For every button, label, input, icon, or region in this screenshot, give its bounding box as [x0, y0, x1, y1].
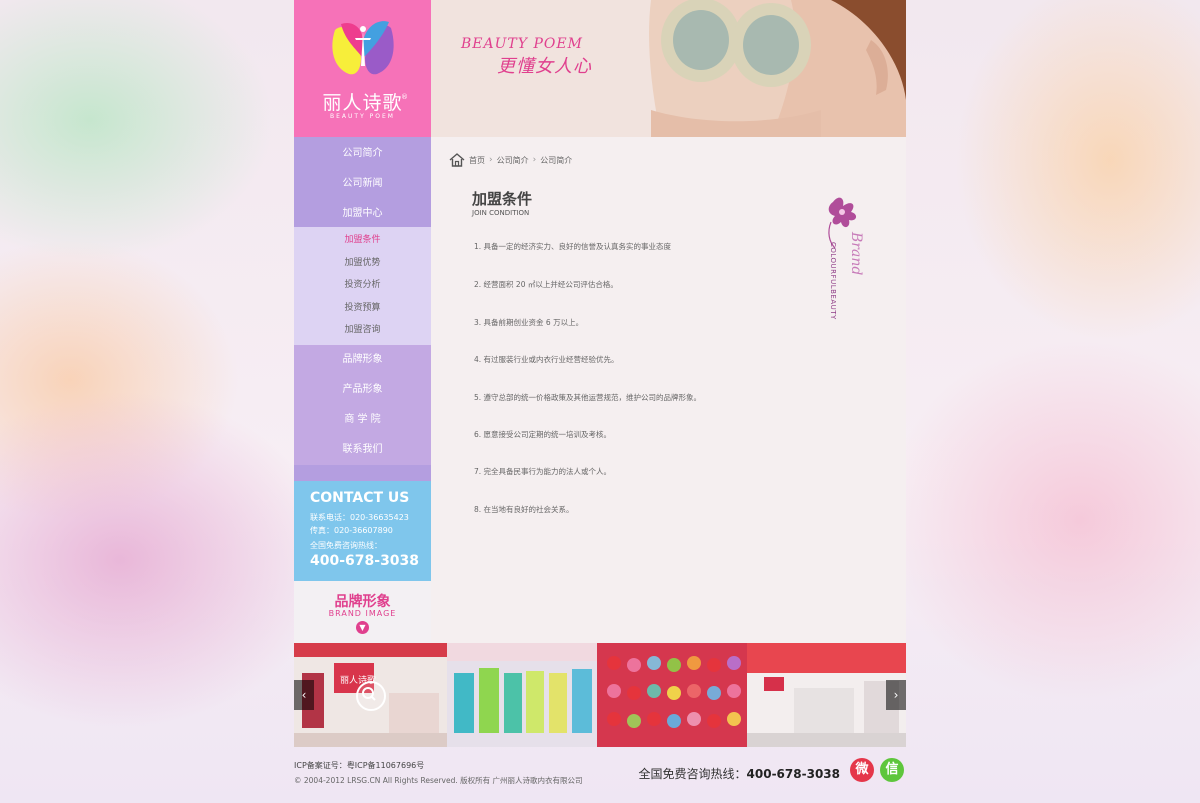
subnav-item-join-conditions[interactable]: 加盟条件 [294, 229, 431, 252]
sidebar-item-brand-image[interactable]: 品牌形象 [294, 345, 431, 375]
sidebar-item-franchise-center[interactable]: 加盟中心 [294, 197, 431, 227]
breadcrumb-level1[interactable]: 公司简介 [497, 155, 529, 166]
deco-script-text: Brand [848, 231, 864, 275]
deco-vertical-text: COLOURFULBEAUTY [829, 242, 837, 320]
brand-image-title: 品牌形象 [334, 594, 391, 610]
condition-item: 3. 具备前期创业资金 6 万以上。 [474, 318, 584, 327]
contact-block: CONTACT US 联系电话：020-36635423 传真：020-3660… [294, 481, 431, 581]
gallery-next-button[interactable]: › [886, 680, 906, 710]
page-subtitle: JOIN CONDITION [472, 209, 530, 217]
contact-title: CONTACT US [310, 490, 410, 506]
wechat-icon[interactable]: 信 [880, 758, 904, 782]
subnav-item-join-advantages[interactable]: 加盟优势 [294, 252, 431, 275]
footer: ICP备案证号：粤ICP备11067696号 © 2004-2012 LRSG.… [294, 747, 906, 803]
top-banner: BEAUTY POEM 更懂女人心 [431, 0, 906, 137]
logo-text-cn: 丽人诗歌 [322, 92, 403, 114]
condition-item: 5. 遵守总部的统一价格政策及其他运营规范，维护公司的品牌形象。 [474, 393, 702, 402]
arrow-down-icon[interactable]: ▼ [356, 621, 369, 634]
home-icon[interactable] [449, 152, 465, 168]
weibo-icon[interactable]: 微 [850, 758, 874, 782]
condition-item: 2. 经营面积 20 ㎡以上并经公司评估合格。 [474, 280, 618, 289]
contact-fax: 传真：020-36607890 [310, 526, 393, 535]
logo-text-en: BEAUTY POEM [330, 113, 395, 120]
footer-copyright: © 2004-2012 LRSG.CN All Rights Reserved.… [294, 776, 583, 785]
footer-hotline-label: 全国免费咨询热线： [638, 767, 747, 781]
footer-hotline-number: 400-678-3038 [746, 767, 840, 781]
store-gallery: 丽人诗歌 ‹ › [294, 643, 906, 747]
contact-hotline-number: 400-678-3038 [310, 553, 420, 569]
subnav-item-investment-budget[interactable]: 投资预算 [294, 297, 431, 320]
condition-item: 7. 完全具备民事行为能力的法人或个人。 [474, 467, 612, 476]
breadcrumb-separator-icon: › [489, 155, 493, 165]
brand-decoration-flower-icon: Brand COLOURFULBEAUTY [828, 197, 864, 320]
sidebar-item-product-image[interactable]: 产品形象 [294, 375, 431, 405]
logo-block[interactable]: 丽人诗歌 ® BEAUTY POEM [294, 0, 431, 137]
banner-slogan-cn: 更懂女人心 [497, 56, 592, 77]
condition-item: 6. 愿意接受公司定期的统一培训及考核。 [474, 430, 612, 439]
sidebar-item-company-intro[interactable]: 公司简介 [294, 137, 431, 167]
logo-registered-mark: ® [401, 93, 408, 101]
condition-item: 4. 有过服装行业或内衣行业经营经验优先。 [474, 355, 619, 364]
sidebar-item-company-news[interactable]: 公司新闻 [294, 167, 431, 197]
contact-hotline-label: 全国免费咨询热线： [310, 541, 382, 550]
brand-image-box[interactable]: 品牌形象 BRAND IMAGE ▼ [294, 581, 431, 643]
condition-item: 1. 具备一定的经济实力、良好的信誉及认真务实的事业态度 [474, 242, 672, 251]
breadcrumb-separator-icon: › [532, 155, 537, 165]
subnav-item-investment-analysis[interactable]: 投资分析 [294, 274, 431, 297]
page-wrapper: 丽人诗歌 ® BEAUTY POEM BEAUTY POEM 更懂女人心 公司简… [294, 0, 906, 803]
breadcrumb-home[interactable]: 首页 [469, 155, 485, 166]
main-content: 首页 › 公司简介 › 公司简介 加盟条件 JOIN CONDITION 1. … [431, 137, 906, 643]
footer-icp[interactable]: ICP备案证号：粤ICP备11067696号 [294, 760, 424, 771]
footer-hotline: 全国免费咨询热线：400-678-3038 [639, 765, 840, 782]
sidebar-nav: 公司简介 公司新闻 加盟中心 加盟条件 加盟优势 投资分析 投资预算 加盟咨询 … [294, 137, 431, 481]
zoom-search-icon[interactable] [356, 681, 386, 711]
sidebar-lower-group: 品牌形象 产品形象 商 学 院 联系我们 [294, 344, 431, 465]
sidebar-subnav: 加盟条件 加盟优势 投资分析 投资预算 加盟咨询 [294, 227, 431, 345]
breadcrumb: 首页 › 公司简介 › 公司简介 [449, 152, 572, 168]
banner-slogan-en: BEAUTY POEM [461, 36, 583, 52]
breadcrumb-level2[interactable]: 公司简介 [540, 155, 572, 166]
gallery-prev-button[interactable]: ‹ [294, 680, 314, 710]
condition-item: 8. 在当地有良好的社会关系。 [474, 505, 574, 514]
subnav-item-join-consult[interactable]: 加盟咨询 [294, 319, 431, 342]
logo-butterfly-icon [332, 21, 394, 75]
sidebar-item-business-school[interactable]: 商 学 院 [294, 405, 431, 435]
brand-image-subtitle: BRAND IMAGE [328, 609, 397, 618]
sidebar-item-contact-us[interactable]: 联系我们 [294, 435, 431, 465]
contact-tel: 联系电话：020-36635423 [310, 513, 409, 522]
page-title: 加盟条件 [472, 190, 533, 208]
